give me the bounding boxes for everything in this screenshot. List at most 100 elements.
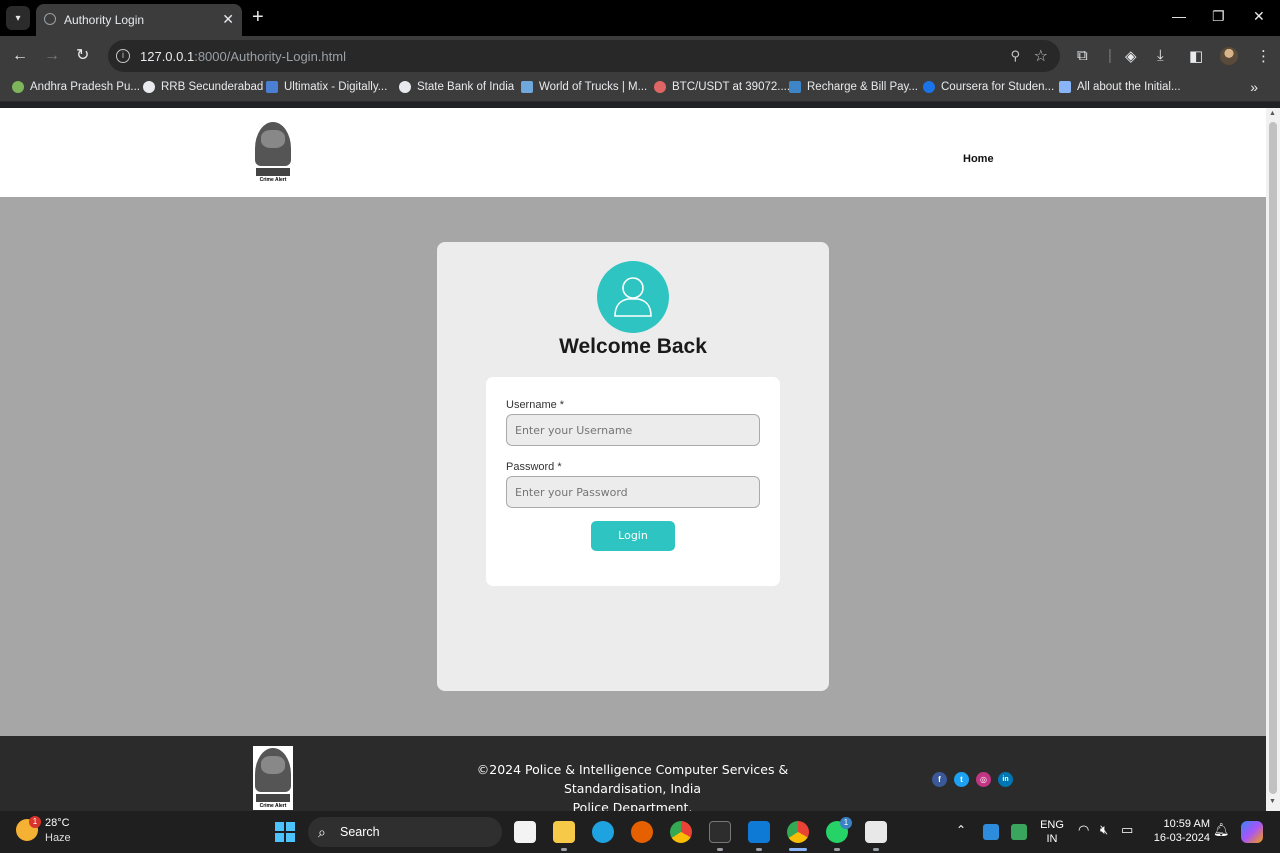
- running-indicator: [561, 848, 567, 851]
- show-hidden-icons-icon[interactable]: ⌃: [956, 823, 966, 837]
- restore-icon[interactable]: ❐: [1212, 8, 1225, 25]
- notification-bell-icon[interactable]: 🔔︎: [1213, 823, 1230, 837]
- bookmark-favicon: [399, 81, 411, 93]
- bookmark-favicon: [143, 81, 155, 93]
- login-card: Welcome Back Username * Password * Login: [437, 242, 829, 691]
- file-explorer-icon[interactable]: [553, 821, 575, 843]
- language-line-1: ENG: [1040, 819, 1064, 831]
- scroll-down-icon[interactable]: ▼: [1269, 798, 1276, 805]
- download-icon[interactable]: ⤓: [1157, 47, 1164, 64]
- active-indicator: [789, 848, 807, 851]
- browser-toolbar: ← → ↻ i 127.0.0.1:8000/Authority-Login.h…: [0, 36, 1280, 76]
- menu-icon[interactable]: ⋮: [1256, 47, 1271, 65]
- address-bar[interactable]: i 127.0.0.1:8000/Authority-Login.html ⚲ …: [108, 40, 1060, 72]
- running-indicator: [834, 848, 840, 851]
- clock-time: 10:59 AM: [1163, 818, 1210, 830]
- tab-search-button[interactable]: ▾: [6, 6, 30, 30]
- close-tab-icon[interactable]: ✕: [222, 11, 234, 28]
- scroll-up-icon[interactable]: ▲: [1269, 110, 1276, 117]
- page-viewport: Crime Alert Home Welcome Back Username *…: [0, 108, 1266, 811]
- copilot-icon[interactable]: [1241, 821, 1263, 843]
- login-button[interactable]: Login: [591, 521, 675, 551]
- facebook-icon[interactable]: f: [932, 772, 947, 787]
- start-icon[interactable]: [274, 821, 296, 843]
- emblem-logo[interactable]: Crime Alert: [253, 122, 293, 183]
- tray-app-icon[interactable]: [1011, 824, 1027, 840]
- password-label: Password *: [506, 461, 562, 473]
- new-tab-button[interactable]: +: [252, 7, 264, 27]
- bookmark-item[interactable]: All about the Initial...: [1059, 81, 1181, 93]
- bookmark-favicon: [12, 81, 24, 93]
- side-panel-icon[interactable]: ◧: [1189, 47, 1203, 65]
- vscode-icon[interactable]: [748, 821, 770, 843]
- clock-date: 16-03-2024: [1153, 832, 1210, 844]
- defender-icon[interactable]: [983, 824, 999, 840]
- chrome-active-icon[interactable]: [787, 821, 809, 843]
- linkedin-icon[interactable]: in: [998, 772, 1013, 787]
- battery-icon[interactable]: ▭: [1121, 823, 1133, 837]
- profile-avatar[interactable]: [1220, 47, 1238, 65]
- username-label: Username *: [506, 399, 565, 411]
- bookmark-item[interactable]: World of Trucks | M...: [521, 81, 647, 93]
- language-indicator[interactable]: ENG IN: [1040, 818, 1064, 846]
- site-info-icon[interactable]: i: [116, 49, 130, 63]
- running-indicator: [756, 848, 762, 851]
- scrollbar-thumb[interactable]: [1269, 122, 1277, 794]
- bookmark-item[interactable]: State Bank of India: [399, 81, 514, 93]
- more-bookmarks-icon[interactable]: »: [1250, 79, 1258, 95]
- copyright-text: ©2024 Police & Intelligence Computer Ser…: [430, 760, 835, 811]
- footer-emblem-logo: Crime Alert: [253, 746, 293, 810]
- footer-logo-caption: Crime Alert: [259, 803, 287, 809]
- bookmark-favicon: [266, 81, 278, 93]
- bookmark-favicon: [923, 81, 935, 93]
- terminal-icon[interactable]: [709, 821, 731, 843]
- wifi-icon[interactable]: ◠: [1078, 823, 1089, 837]
- username-input[interactable]: [506, 414, 760, 446]
- tab-title: Authority Login: [64, 13, 145, 27]
- weather-temperature[interactable]: 28°C: [45, 817, 70, 829]
- logo-caption: Crime Alert: [259, 177, 287, 183]
- emblem-icon: [255, 122, 291, 166]
- minimize-icon[interactable]: —: [1172, 8, 1186, 24]
- bookmark-item[interactable]: Andhra Pradesh Pu...: [12, 81, 140, 93]
- clock[interactable]: 10:59 AM 16-03-2024: [1146, 817, 1210, 845]
- extensions-icon[interactable]: ⧉: [1077, 47, 1088, 64]
- firefox-icon[interactable]: [631, 821, 653, 843]
- url-path: :8000/Authority-Login.html: [194, 48, 346, 64]
- welcome-heading: Welcome Back: [559, 335, 707, 358]
- page-scrollbar[interactable]: ▲ ▼: [1266, 108, 1280, 811]
- running-indicator: [873, 848, 879, 851]
- instagram-icon[interactable]: ◎: [976, 772, 991, 787]
- login-form: Username * Password * Login: [486, 377, 780, 586]
- bookmark-item[interactable]: Coursera for Studen...: [923, 81, 1054, 93]
- nav-home-link[interactable]: Home: [963, 153, 994, 165]
- chrome-icon[interactable]: [670, 821, 692, 843]
- store-icon[interactable]: [514, 821, 536, 843]
- taskbar-search[interactable]: ⌕ Search: [308, 817, 502, 847]
- bookmark-favicon: [654, 81, 666, 93]
- volume-muted-icon[interactable]: 🔇︎: [1100, 823, 1108, 837]
- close-window-icon[interactable]: ✕: [1253, 8, 1265, 25]
- twitter-icon[interactable]: t: [954, 772, 969, 787]
- bookmark-item[interactable]: BTC/USDT at 39072....: [654, 81, 790, 93]
- copyright-line-1: ©2024 Police & Intelligence Computer Ser…: [476, 762, 789, 796]
- url-host: 127.0.0.1: [140, 48, 195, 64]
- bookmark-item[interactable]: Ultimatix - Digitally...: [266, 81, 387, 93]
- snipping-tool-icon[interactable]: [865, 821, 887, 843]
- bookmark-item[interactable]: Recharge & Bill Pay...: [789, 81, 918, 93]
- search-label: Search: [340, 825, 380, 839]
- forward-icon[interactable]: →: [44, 46, 60, 66]
- password-input[interactable]: [506, 476, 760, 508]
- site-footer: Crime Alert ©2024 Police & Intelligence …: [0, 736, 1266, 811]
- back-icon[interactable]: ←: [12, 46, 28, 66]
- bookmark-item[interactable]: RRB Secunderabad: [143, 81, 263, 93]
- extension-icon[interactable]: ◈: [1125, 47, 1137, 65]
- edge-icon[interactable]: [592, 821, 614, 843]
- user-avatar-icon: [597, 261, 669, 333]
- tab-authority-login[interactable]: Authority Login ✕: [36, 4, 242, 36]
- weather-condition[interactable]: Haze: [45, 832, 71, 844]
- search-icon: ⌕: [318, 824, 326, 840]
- reload-icon[interactable]: ↻: [76, 46, 89, 66]
- bookmark-star-icon[interactable]: ☆: [1034, 46, 1048, 66]
- zoom-icon[interactable]: ⚲: [1010, 48, 1020, 64]
